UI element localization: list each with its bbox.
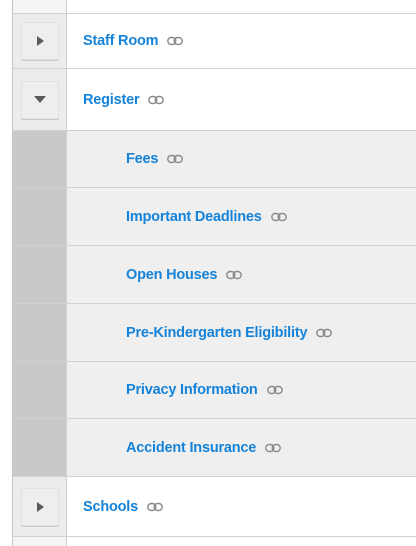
- toggle-cell: [13, 14, 67, 68]
- tree-row-accident-insurance: Accident Insurance: [13, 419, 416, 477]
- tree-cell: Accident Insurance: [67, 419, 416, 476]
- tree-cell: Important Deadlines: [67, 188, 416, 245]
- triangle-right-icon: [37, 36, 44, 46]
- page-tree: Staff Room Register Fees Important Deadl…: [12, 0, 416, 546]
- chain-link-icon[interactable]: [167, 154, 184, 164]
- tree-row-register: Register: [13, 69, 416, 131]
- tree-link-fees[interactable]: Fees: [126, 151, 158, 167]
- tree-cell: Register: [67, 69, 416, 130]
- chain-link-icon[interactable]: [226, 270, 243, 280]
- tree-cell: Staff Room: [67, 14, 416, 68]
- tree-link-accident-insurance[interactable]: Accident Insurance: [126, 440, 256, 456]
- tree-top-edge: [13, 0, 416, 14]
- triangle-down-icon: [33, 96, 46, 103]
- tree-row-privacy-information: Privacy Information: [13, 362, 416, 419]
- tree-cell: Open Houses: [67, 246, 416, 303]
- chain-link-icon[interactable]: [167, 36, 184, 46]
- tree-row-pre-kindergarten-eligibility: Pre-Kindergarten Eligibility: [13, 304, 416, 362]
- tree-link-important-deadlines[interactable]: Important Deadlines: [126, 209, 262, 225]
- tree-bottom-edge: [13, 537, 416, 546]
- tree-link-pre-kindergarten-eligibility[interactable]: Pre-Kindergarten Eligibility: [126, 325, 308, 341]
- tree-link-open-houses[interactable]: Open Houses: [126, 267, 217, 283]
- tree-row-important-deadlines: Important Deadlines: [13, 188, 416, 246]
- child-gutter: [13, 131, 67, 187]
- tree-link-schools[interactable]: Schools: [83, 499, 138, 515]
- tree-cell: Privacy Information: [67, 362, 416, 418]
- collapse-button-register[interactable]: [20, 80, 59, 119]
- toggle-cell: [13, 69, 67, 130]
- toggle-cell: [13, 477, 67, 536]
- child-gutter: [13, 304, 67, 361]
- chain-link-icon[interactable]: [147, 502, 163, 512]
- tree-cell: Fees: [67, 131, 416, 187]
- tree-row-fees: Fees: [13, 131, 416, 188]
- child-gutter: [13, 246, 67, 303]
- triangle-right-icon: [37, 501, 44, 512]
- child-gutter: [13, 188, 67, 245]
- child-gutter: [13, 419, 67, 476]
- tree-link-register[interactable]: Register: [83, 92, 140, 108]
- tree-cell: Pre-Kindergarten Eligibility: [67, 304, 416, 361]
- chain-link-icon[interactable]: [148, 95, 165, 105]
- tree-cell: Schools: [67, 477, 416, 536]
- child-gutter: [13, 362, 67, 418]
- tree-row-schools: Schools: [13, 477, 416, 537]
- tree-row-staff-room: Staff Room: [13, 14, 416, 69]
- expand-button-staff-room[interactable]: [20, 22, 59, 60]
- tree-link-staff-room[interactable]: Staff Room: [83, 33, 159, 49]
- tree-row-open-houses: Open Houses: [13, 246, 416, 304]
- chain-link-icon[interactable]: [266, 385, 283, 395]
- expand-button-schools[interactable]: [20, 487, 59, 526]
- chain-link-icon[interactable]: [265, 443, 282, 453]
- chain-link-icon[interactable]: [270, 212, 287, 222]
- tree-link-privacy-information[interactable]: Privacy Information: [126, 382, 258, 398]
- chain-link-icon[interactable]: [316, 328, 333, 338]
